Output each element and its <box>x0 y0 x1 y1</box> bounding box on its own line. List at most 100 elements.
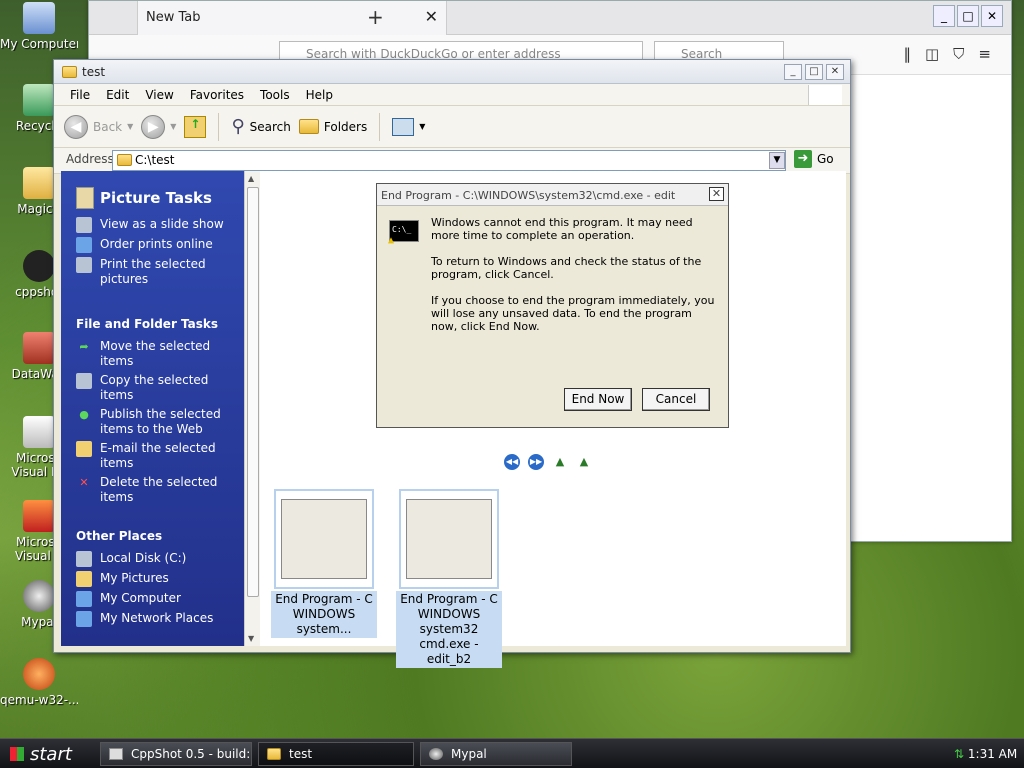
search-button[interactable]: ⚲ Search <box>231 116 290 137</box>
scroll-down-icon[interactable]: ▼ <box>248 634 254 643</box>
maximize-icon[interactable]: □ <box>957 5 979 27</box>
address-input[interactable]: C:\test ▼ <box>112 150 786 171</box>
minimize-button[interactable]: _ <box>784 64 802 80</box>
chevron-down-icon[interactable]: ▼ <box>769 152 785 169</box>
task-label: Copy the selected items <box>100 373 209 402</box>
place-my-pictures[interactable]: My Pictures <box>76 571 234 587</box>
task-delete[interactable]: ✕ Delete the selected items <box>76 475 234 505</box>
browser-toolbar-icons: ‖ ◫ ⛉ ≡ <box>903 45 991 63</box>
preview-dialog-body: C:\_ ▲ Windows cannot end this program. … <box>377 206 728 333</box>
thumbnail-item[interactable]: End Program - C WINDOWS system... <box>271 489 377 638</box>
menu-help[interactable]: Help <box>298 88 341 105</box>
image-preview: End Program - C:\WINDOWS\system32\cmd.ex… <box>376 183 729 428</box>
taskbar: start CppShot 0.5 - build:... test Mypal… <box>0 738 1024 768</box>
forward-button[interactable]: ▶ ▼ <box>141 114 176 139</box>
slideshow-icon <box>76 217 92 233</box>
address-label: Address <box>66 152 114 166</box>
browser-tab-strip: New Tab ✕ + _ □ ✕ <box>89 1 1011 35</box>
start-button[interactable]: start <box>0 739 86 768</box>
taskbar-task-cppshot[interactable]: CppShot 0.5 - build:... <box>100 742 252 766</box>
task-email[interactable]: E-mail the selected items <box>76 441 234 471</box>
place-my-computer[interactable]: My Computer <box>76 591 234 607</box>
clock[interactable]: 1:31 AM <box>968 747 1017 761</box>
publish-web-icon: ● <box>79 408 89 421</box>
task-print-pictures[interactable]: Print the selected pictures <box>76 257 234 287</box>
cancel-button: Cancel <box>642 388 710 411</box>
toolbar: ◀ Back ▼ ▶ ▼ ↑ ⚲ Search Folders ▼ <box>54 106 850 148</box>
mypal-icon <box>429 748 443 760</box>
ublock-icon[interactable]: ⛉ <box>953 45 964 63</box>
folders-button[interactable]: Folders <box>298 119 368 134</box>
thumbnail-image <box>274 489 374 589</box>
place-label: My Network Places <box>100 611 214 625</box>
network-icon[interactable]: ⇅ <box>954 747 964 761</box>
place-local-disk[interactable]: Local Disk (C:) <box>76 551 234 567</box>
sidebar-icon[interactable]: ◫ <box>925 45 939 63</box>
menu-icon[interactable]: ≡ <box>978 45 991 63</box>
task-label: Move the selected items <box>100 339 211 368</box>
thumbnail-item[interactable]: End Program - C WINDOWS system32 cmd.exe… <box>396 489 502 668</box>
maximize-button[interactable]: □ <box>805 64 823 80</box>
folders-label: Folders <box>323 119 368 134</box>
taskbar-task-test[interactable]: test <box>258 742 414 766</box>
copy-icon <box>76 373 92 389</box>
next-image-icon[interactable]: ▶▶ <box>528 454 544 470</box>
task-pane: Picture Tasks View as a slide show Order… <box>61 171 244 646</box>
menu-edit[interactable]: Edit <box>98 88 137 105</box>
thumbnail-caption: End Program - C WINDOWS system32 cmd.exe… <box>396 591 502 668</box>
explorer-title-bar[interactable]: test _ □ ✕ <box>54 60 850 84</box>
new-tab-button[interactable]: + <box>367 5 384 29</box>
up-folder-button[interactable]: ↑ <box>184 115 207 138</box>
windows-logo-icon <box>808 85 842 105</box>
task-move[interactable]: ➦ Move the selected items <box>76 339 234 369</box>
close-icon: ✕ <box>709 187 724 201</box>
computer-icon <box>76 591 92 607</box>
window-controls: _ □ ✕ <box>784 64 844 80</box>
window-icon <box>109 748 123 760</box>
previous-image-icon[interactable]: ◀◀ <box>504 454 520 470</box>
taskbar-task-mypal[interactable]: Mypal <box>420 742 572 766</box>
place-label: My Computer <box>100 591 181 605</box>
close-tab-icon[interactable]: ✕ <box>425 7 438 26</box>
task-view-slideshow[interactable]: View as a slide show <box>76 217 234 233</box>
picture-tasks-heading[interactable]: Picture Tasks <box>76 187 234 209</box>
cppshot-icon <box>23 250 55 282</box>
task-order-prints[interactable]: Order prints online <box>76 237 234 253</box>
browser-tab[interactable]: New Tab ✕ <box>137 1 447 35</box>
task-copy[interactable]: Copy the selected items <box>76 373 234 403</box>
preview-title-text: End Program - C:\WINDOWS\system32\cmd.ex… <box>381 189 676 202</box>
close-button[interactable]: ✕ <box>826 64 844 80</box>
place-label: My Pictures <box>100 571 169 585</box>
browser-window-controls: _ □ ✕ <box>933 5 1003 27</box>
scrollbar-thumb[interactable] <box>247 187 259 597</box>
desktop-icon-label: qemu-w32-... <box>0 693 78 707</box>
search-icon: ⚲ <box>231 116 245 137</box>
task-pane-scrollbar[interactable]: ▲ ▼ <box>244 171 260 646</box>
preview-paragraph: Windows cannot end this program. It may … <box>431 216 693 242</box>
minimize-icon[interactable]: _ <box>933 5 955 27</box>
up-arrow-icon: ↑ <box>184 115 207 138</box>
desktop-icon-my-computer[interactable]: My Computer <box>0 2 78 51</box>
scroll-up-icon[interactable]: ▲ <box>248 174 254 183</box>
place-my-network[interactable]: My Network Places <box>76 611 234 627</box>
menu-favorites[interactable]: Favorites <box>182 88 252 105</box>
rotate-clockwise-icon[interactable]: ▲ <box>552 454 568 470</box>
chevron-down-icon: ▼ <box>127 122 134 131</box>
close-icon[interactable]: ✕ <box>981 5 1003 27</box>
task-label: View as a slide show <box>100 217 224 231</box>
menu-file[interactable]: File <box>62 88 98 105</box>
folder-icon <box>23 167 55 199</box>
views-button[interactable]: ▼ <box>392 117 425 136</box>
menu-view[interactable]: View <box>137 88 181 105</box>
file-folder-tasks-heading[interactable]: File and Folder Tasks <box>76 317 234 331</box>
folder-icon <box>298 119 319 134</box>
rotate-counterclockwise-icon[interactable]: ▲ <box>576 454 592 470</box>
other-places-heading[interactable]: Other Places <box>76 529 234 543</box>
go-button[interactable]: ➜ Go <box>794 150 834 168</box>
task-publish[interactable]: ● Publish the selected items to the Web <box>76 407 234 437</box>
task-label: Delete the selected items <box>100 475 218 504</box>
back-button[interactable]: ◀ Back ▼ <box>64 114 134 139</box>
menu-tools[interactable]: Tools <box>252 88 298 105</box>
library-icon[interactable]: ‖ <box>903 45 911 63</box>
desktop-icon-qemu[interactable]: qemu-w32-... <box>0 658 78 707</box>
